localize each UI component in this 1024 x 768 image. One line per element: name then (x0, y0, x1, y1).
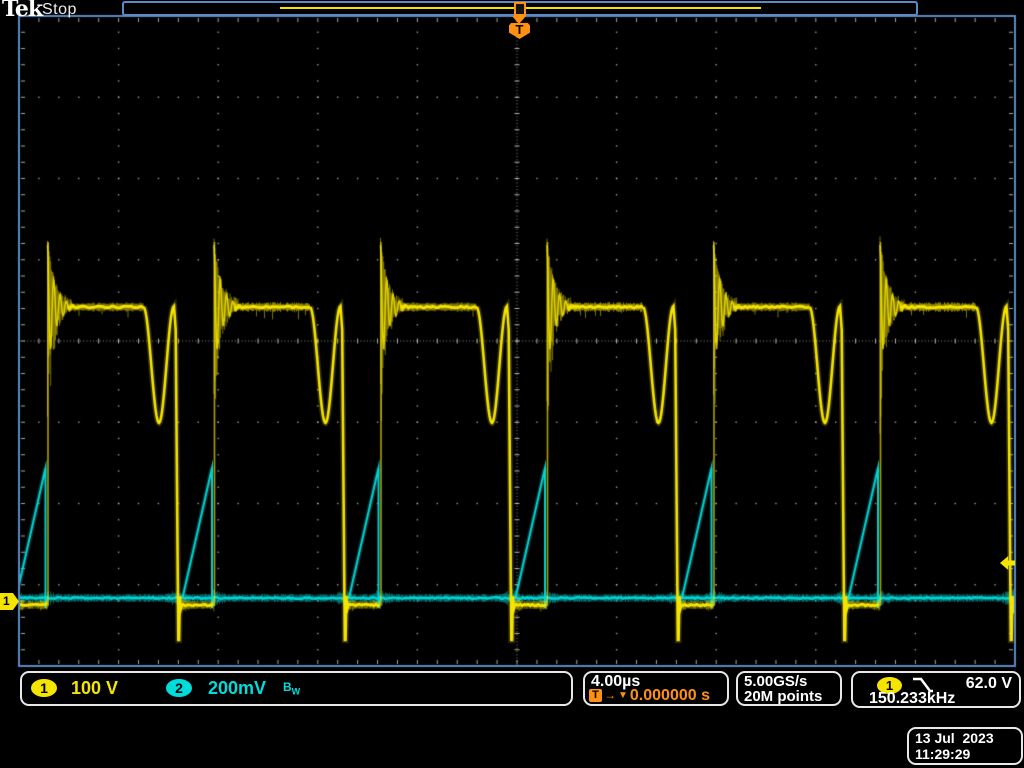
record-length-readout: 20M points (744, 688, 823, 705)
date-readout: 13 Jul 2023 (915, 730, 994, 746)
acquisition-status: Stop (42, 1, 77, 18)
trigger-position-value: 0.000000 s (629, 687, 710, 704)
tek-logo: Tek (2, 0, 43, 22)
oscilloscope-screen: Tek Stop T 1 1 100 V 2 200mV BW 4.00µs T… (0, 0, 1024, 768)
time-readout: 11:29:29 (915, 746, 971, 762)
trigger-position-marker-icon[interactable] (514, 2, 526, 16)
acquisition-readout-box[interactable]: 5.00GS/s 20M points (736, 671, 842, 706)
delay-marker-icon: ▼ (618, 690, 628, 701)
waveform-display[interactable] (0, 0, 1024, 768)
ch1-scale-readout: 100 V (71, 678, 119, 698)
ch2-bandwidth-limit-icon: BW (283, 680, 301, 697)
trigger-position-readout: T → ▼ 0.000000 s (589, 687, 710, 704)
arrow-right-icon: → (604, 688, 616, 702)
ch1-badge[interactable]: 1 (31, 679, 57, 697)
wave-inspector-bar[interactable] (122, 1, 918, 16)
ch2-badge[interactable]: 2 (166, 679, 192, 697)
trigger-frequency-readout: 150.233kHz (869, 690, 956, 707)
trigger-readout-box[interactable]: 1 62.0 V 150.233kHz (851, 671, 1021, 708)
trigger-position-arrow-icon[interactable] (512, 16, 526, 24)
channel-readout-box[interactable]: 1 100 V 2 200mV BW (20, 671, 573, 706)
datetime-box: 13 Jul 2023 11:29:29 (907, 727, 1023, 765)
ch2-scale-readout: 200mV (208, 678, 267, 698)
trigger-chip-icon: T (589, 689, 602, 702)
trigger-level-readout: 62.0 V (965, 675, 1012, 692)
horizontal-readout-box[interactable]: 4.00µs T → ▼ 0.000000 s (583, 671, 729, 706)
